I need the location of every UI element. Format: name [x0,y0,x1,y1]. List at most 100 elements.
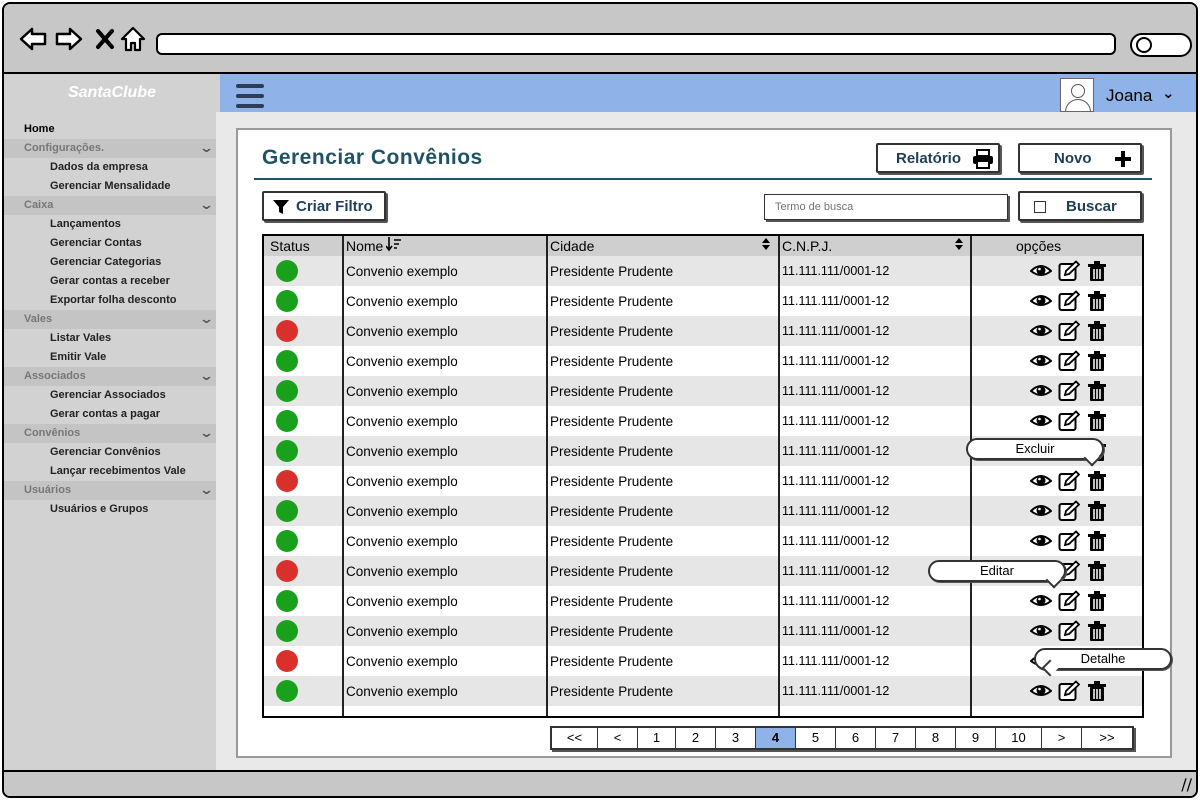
table-row[interactable]: Convenio exemplo Presidente Prudente 11.11… [264,346,1142,376]
table-row[interactable]: Convenio exemplo Presidente Prudente 11.11… [264,676,1142,706]
table-row[interactable]: Convenio exemplo Presidente Prudente 11.11… [264,286,1142,316]
column-header-nome[interactable]: Nome [346,238,383,254]
sidebar-section[interactable]: Vales ⌄ [4,310,220,329]
sidebar-section[interactable]: Convênios ⌄ [4,424,220,443]
trash-icon[interactable] [1086,260,1108,282]
sidebar-item[interactable]: Gerenciar Contas [4,234,220,253]
sidebar-item[interactable]: Emitir Vale [4,348,220,367]
eye-icon[interactable] [1029,380,1053,402]
column-header-status[interactable]: Status [270,238,310,254]
page-button[interactable]: 6 [836,728,876,748]
sort-icon[interactable] [761,237,771,254]
table-row[interactable]: Convenio exemplo Presidente Prudente 11.11… [264,526,1142,556]
edit-icon[interactable] [1058,620,1081,642]
page-button[interactable]: 2 [676,728,716,748]
table-row[interactable]: Convenio exemplo Presidente Prudente 11.11… [264,316,1142,346]
stop-icon[interactable] [90,24,120,54]
eye-icon[interactable] [1029,530,1053,552]
eye-icon[interactable] [1029,290,1053,312]
sidebar-section[interactable]: Usuários ⌄ [4,481,220,500]
page-button[interactable]: 5 [796,728,836,748]
home-icon[interactable] [118,24,148,54]
trash-icon[interactable] [1086,380,1108,402]
sidebar-item[interactable]: Dados da empresa [4,158,220,177]
trash-icon[interactable] [1086,320,1108,342]
report-button[interactable]: Relatório [876,143,1000,173]
sidebar-item[interactable]: Gerenciar Mensalidade [4,177,220,196]
eye-icon[interactable] [1029,260,1053,282]
page-button[interactable]: 8 [916,728,956,748]
sidebar-item[interactable]: Usuários e Grupos [4,500,220,519]
sidebar-section[interactable]: Configurações. ⌄ [4,139,220,158]
eye-icon[interactable] [1029,500,1053,522]
eye-icon[interactable] [1029,320,1053,342]
table-row[interactable]: Convenio exemplo Presidente Prudente 11.11… [264,616,1142,646]
edit-icon[interactable] [1058,350,1081,372]
sidebar-item[interactable]: Home [4,120,220,139]
column-header-cnpj[interactable]: C.N.P.J. [782,238,832,254]
page-button[interactable]: >> [1082,728,1132,748]
table-row[interactable]: Convenio exemplo Presidente Prudente 11.11… [264,256,1142,286]
trash-icon[interactable] [1086,530,1108,552]
new-button[interactable]: Novo [1018,143,1142,173]
create-filter-button[interactable]: Criar Filtro [262,191,386,221]
edit-icon[interactable] [1058,530,1081,552]
eye-icon[interactable] [1029,350,1053,372]
edit-icon[interactable] [1058,410,1081,432]
table-row[interactable]: Convenio exemplo Presidente Prudente 11.11… [264,376,1142,406]
page-button[interactable]: 1 [638,728,676,748]
sidebar-item[interactable]: Gerar contas a receber [4,272,220,291]
browser-search-box[interactable] [1130,33,1192,57]
edit-icon[interactable] [1058,500,1081,522]
trash-icon[interactable] [1086,290,1108,312]
trash-icon[interactable] [1086,560,1108,582]
chevron-down-icon[interactable]: ⌄ [199,310,214,329]
chevron-down-icon[interactable]: ⌄ [199,196,214,215]
table-row[interactable]: Convenio exemplo Presidente Prudente 11.11… [264,406,1142,436]
page-button[interactable]: 7 [876,728,916,748]
trash-icon[interactable] [1086,620,1108,642]
trash-icon[interactable] [1086,680,1108,702]
chevron-down-icon[interactable]: ⌄ [1162,84,1175,102]
chevron-down-icon[interactable]: ⌄ [199,424,214,443]
edit-icon[interactable] [1058,470,1081,492]
edit-icon[interactable] [1058,260,1081,282]
edit-icon[interactable] [1058,680,1081,702]
resize-grip-icon[interactable]: ∕∕ [1181,775,1192,794]
page-button[interactable]: > [1042,728,1082,748]
chevron-down-icon[interactable]: ⌄ [199,139,214,158]
sidebar-item[interactable]: Listar Vales [4,329,220,348]
eye-icon[interactable] [1029,680,1053,702]
address-bar[interactable] [156,33,1116,55]
sidebar-item[interactable]: Gerar contas a pagar [4,405,220,424]
sidebar-item[interactable]: Gerenciar Convênios [4,443,220,462]
sidebar-section[interactable]: Associados ⌄ [4,367,220,386]
eye-icon[interactable] [1029,620,1053,642]
sort-icon[interactable] [954,237,964,254]
column-header-cidade[interactable]: Cidade [550,238,594,254]
search-input[interactable] [764,194,1008,220]
trash-icon[interactable] [1086,590,1108,612]
page-button[interactable]: 3 [716,728,756,748]
chevron-down-icon[interactable]: ⌄ [199,367,214,386]
sidebar-item[interactable]: Lançar recebimentos Vale [4,462,220,481]
edit-icon[interactable] [1058,380,1081,402]
trash-icon[interactable] [1086,470,1108,492]
forward-icon[interactable] [54,24,84,54]
sidebar-section[interactable]: Caixa ⌄ [4,196,220,215]
edit-icon[interactable] [1058,590,1081,612]
page-button[interactable]: 4 [756,728,796,748]
edit-icon[interactable] [1058,290,1081,312]
chevron-down-icon[interactable]: ⌄ [199,481,214,500]
trash-icon[interactable] [1086,410,1108,432]
sidebar-item[interactable]: Exportar folha desconto [4,291,220,310]
page-button[interactable]: 9 [956,728,996,748]
page-button[interactable]: < [598,728,638,748]
sidebar-item[interactable]: Gerenciar Categorias [4,253,220,272]
sidebar-item[interactable]: Lançamentos [4,215,220,234]
sort-desc-icon[interactable] [385,236,402,255]
eye-icon[interactable] [1029,590,1053,612]
back-icon[interactable] [18,24,48,54]
edit-icon[interactable] [1058,320,1081,342]
hamburger-menu-icon[interactable] [236,84,264,108]
